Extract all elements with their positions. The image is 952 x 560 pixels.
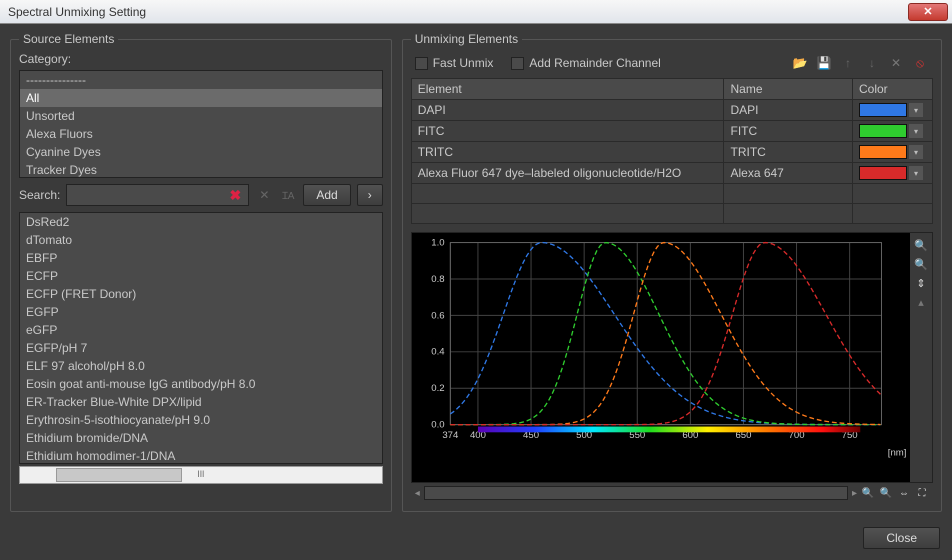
category-listbox[interactable]: ---------------AllUnsortedAlexa FluorsCy… [19, 70, 383, 178]
category-item[interactable]: --------------- [20, 71, 382, 89]
color-swatch[interactable] [859, 166, 907, 180]
add-dropdown-button[interactable]: › [357, 184, 383, 206]
color-dropdown-icon[interactable]: ▾ [909, 166, 923, 180]
search-input-wrap: ✖ [66, 184, 249, 206]
element-item[interactable]: dTomato [20, 231, 382, 249]
save-icon[interactable]: 💾 [815, 54, 833, 72]
elements-hscrollbar[interactable]: ǀǀǀ [19, 466, 383, 484]
svg-text:0.2: 0.2 [431, 383, 444, 394]
color-dropdown-icon[interactable]: ▾ [909, 124, 923, 138]
zoom-out-icon[interactable]: 🔍 [913, 256, 929, 272]
zoom-in-icon[interactable]: 🔍 [913, 237, 929, 253]
svg-text:[nm]: [nm] [888, 447, 907, 458]
category-item[interactable]: Tracker Dyes [20, 161, 382, 178]
table-row[interactable]: FITCFITC▾ [411, 121, 932, 142]
element-item[interactable]: Ethidium bromide/DNA [20, 429, 382, 447]
unmixing-table[interactable]: Element Name Color DAPIDAPI▾FITCFITC▾TRI… [411, 78, 933, 224]
element-item[interactable]: eGFP [20, 321, 382, 339]
window-close-button[interactable]: ✕ [908, 3, 948, 21]
element-item[interactable]: ECFP [20, 267, 382, 285]
clear-search-icon[interactable]: ✖ [226, 186, 244, 204]
chart-hscrollbar[interactable] [424, 486, 848, 500]
col-name: Name [724, 79, 853, 100]
zoom-out-h-icon[interactable]: 🔍 [861, 486, 875, 500]
unmixing-elements-panel: Unmixing Elements Fast Unmix Add Remaind… [402, 32, 942, 512]
scroll-up-icon[interactable]: ▴ [913, 294, 929, 310]
color-swatch[interactable] [859, 145, 907, 159]
table-row[interactable]: TRITCTRITC▾ [411, 142, 932, 163]
add-remainder-checkbox[interactable]: Add Remainder Channel [511, 56, 660, 70]
element-item[interactable]: Ethidium homodimer-1/DNA [20, 447, 382, 464]
scroll-left-icon[interactable]: ◂ [415, 488, 420, 499]
color-dropdown-icon[interactable]: ▾ [909, 103, 923, 117]
close-button[interactable]: Close [863, 527, 940, 549]
element-item[interactable]: ELF 97 alcohol/pH 8.0 [20, 357, 382, 375]
col-color: Color [853, 79, 933, 100]
element-item[interactable]: ER-Tracker Blue-White DPX/lipid [20, 393, 382, 411]
svg-text:0.8: 0.8 [431, 274, 444, 285]
window-title: Spectral Unmixing Setting [4, 5, 908, 19]
open-icon[interactable]: 📂 [791, 54, 809, 72]
category-item[interactable]: All [20, 89, 382, 107]
category-item[interactable]: Alexa Fluors [20, 125, 382, 143]
svg-text:1.0: 1.0 [431, 237, 444, 248]
source-elements-legend: Source Elements [19, 32, 118, 46]
titlebar: Spectral Unmixing Setting ✕ [0, 0, 952, 24]
scroll-right-icon[interactable]: ▸ [852, 488, 857, 499]
category-label: Category: [19, 52, 383, 66]
element-item[interactable]: DsRed2 [20, 213, 382, 231]
spectrum-chart: 3744004505005506006507007500.00.20.40.60… [411, 232, 933, 483]
col-element: Element [411, 79, 724, 100]
fit-h-icon[interactable]: ⇔ [897, 486, 911, 500]
element-item[interactable]: Erythrosin-5-isothiocyanate/pH 9.0 [20, 411, 382, 429]
table-row[interactable]: DAPIDAPI▾ [411, 100, 932, 121]
table-row[interactable]: Alexa Fluor 647 dye–labeled oligonucleot… [411, 163, 932, 184]
fit-all-icon[interactable]: ⛶ [915, 486, 929, 500]
search-input[interactable] [71, 188, 226, 202]
source-elements-panel: Source Elements Category: --------------… [10, 32, 392, 512]
delete-all-icon[interactable]: ⦸ [911, 54, 929, 72]
element-item[interactable]: Eosin goat anti-mouse IgG antibody/pH 8.… [20, 375, 382, 393]
color-swatch[interactable] [859, 103, 907, 117]
svg-text:0.0: 0.0 [431, 420, 444, 431]
delete-icon[interactable]: ✕ [887, 54, 905, 72]
color-swatch[interactable] [859, 124, 907, 138]
ia-icon-disabled: ꞮA [279, 186, 297, 204]
svg-text:0.6: 0.6 [431, 310, 444, 321]
move-up-icon[interactable]: ↑ [839, 54, 857, 72]
element-item[interactable]: EBFP [20, 249, 382, 267]
zoom-in-h-icon[interactable]: 🔍 [879, 486, 893, 500]
category-item[interactable]: Unsorted [20, 107, 382, 125]
search-label: Search: [19, 188, 60, 202]
fast-unmix-checkbox[interactable]: Fast Unmix [415, 56, 494, 70]
element-item[interactable]: EGFP/pH 7 [20, 339, 382, 357]
element-item[interactable]: ECFP (FRET Donor) [20, 285, 382, 303]
svg-text:374: 374 [442, 430, 459, 441]
move-down-icon[interactable]: ↓ [863, 54, 881, 72]
fit-v-icon[interactable]: ⇕ [913, 275, 929, 291]
unmixing-elements-legend: Unmixing Elements [411, 32, 522, 46]
chart-side-tools: 🔍 🔍 ⇕ ▴ [910, 233, 932, 482]
element-item[interactable]: EGFP [20, 303, 382, 321]
elements-listbox[interactable]: DsRed2dTomatoEBFPECFPECFP (FRET Donor)EG… [19, 212, 383, 464]
add-button[interactable]: Add [303, 184, 350, 206]
svg-text:0.4: 0.4 [431, 347, 445, 358]
x-icon-disabled: ✕ [255, 186, 273, 204]
color-dropdown-icon[interactable]: ▾ [909, 145, 923, 159]
chart-bottom-tools: ◂ ▸ 🔍 🔍 ⇔ ⛶ [411, 483, 933, 503]
category-item[interactable]: Cyanine Dyes [20, 143, 382, 161]
